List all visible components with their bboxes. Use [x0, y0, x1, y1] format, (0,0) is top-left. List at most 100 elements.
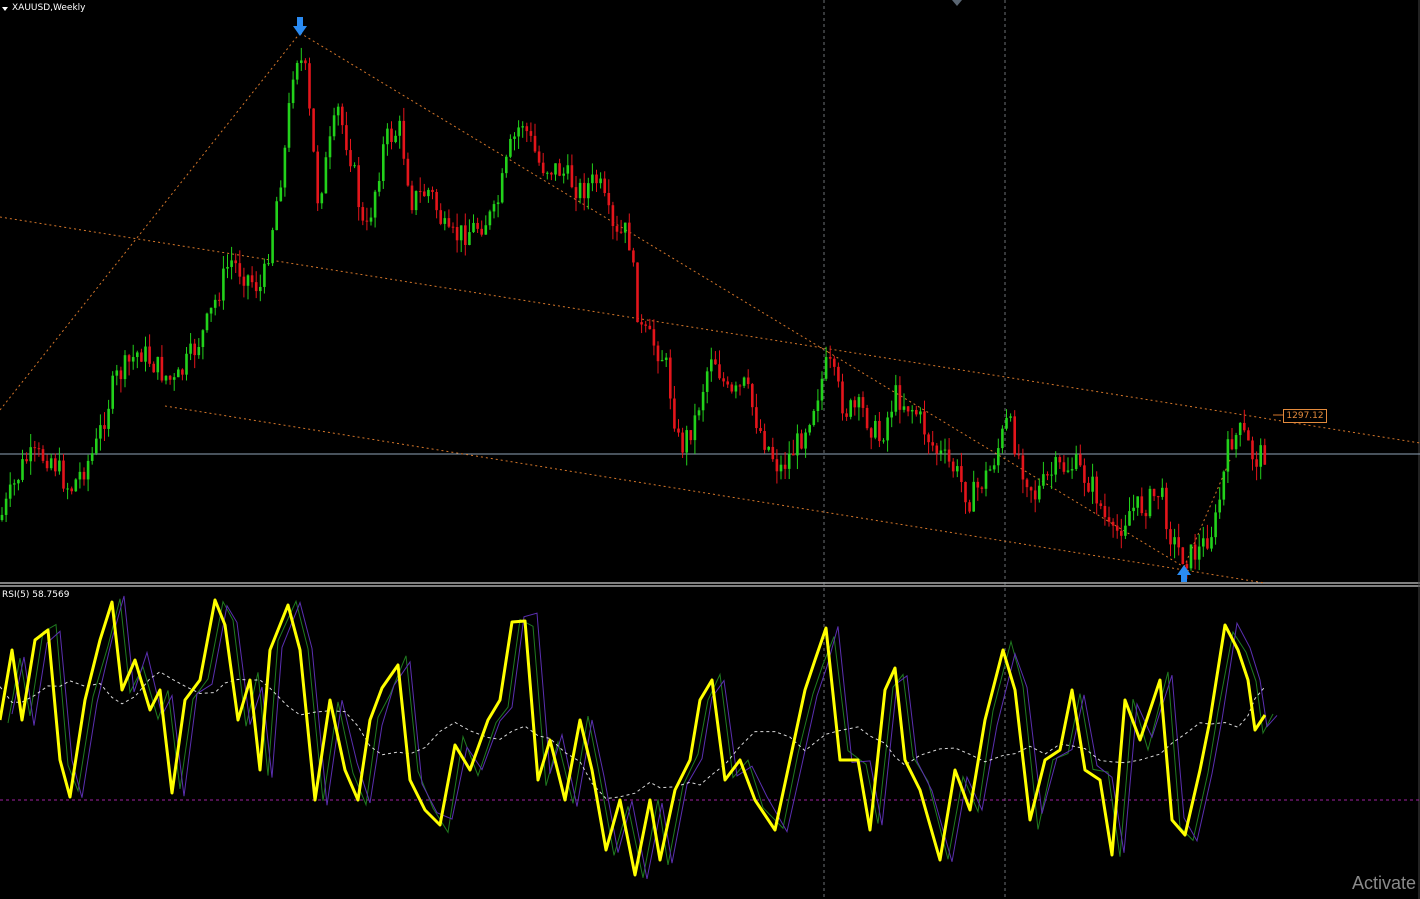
- bull-candle: [1001, 428, 1004, 449]
- bear-candle: [62, 460, 65, 489]
- bear-candle: [558, 163, 561, 176]
- bear-candle: [1193, 544, 1197, 560]
- bear-candle: [37, 448, 41, 450]
- bull-candle: [562, 173, 565, 176]
- bear-candle: [1058, 457, 1062, 463]
- trendline: [0, 216, 1420, 444]
- bear-candle: [1177, 537, 1180, 548]
- bull-candle: [886, 417, 889, 441]
- bull-candle: [902, 406, 906, 410]
- bull-candle: [472, 222, 475, 233]
- bear-candle: [1144, 513, 1148, 517]
- bear-candle: [1115, 525, 1119, 531]
- bear-candle: [525, 126, 529, 132]
- bear-candle: [603, 178, 606, 193]
- bull-candle: [468, 232, 471, 246]
- bear-candle: [771, 446, 775, 460]
- bull-candle: [213, 299, 217, 308]
- bull-candle: [86, 460, 90, 480]
- bull-candle: [1066, 470, 1070, 472]
- bear-candle: [853, 400, 857, 408]
- bear-candle: [931, 442, 934, 446]
- bear-candle: [1206, 538, 1209, 549]
- bear-candle: [451, 226, 455, 228]
- bear-candle: [103, 425, 106, 429]
- bear-candle: [738, 385, 742, 387]
- bear-candle: [960, 466, 963, 483]
- bull-candle: [164, 375, 168, 381]
- bull-candle: [1074, 454, 1078, 470]
- bull-candle: [156, 356, 160, 373]
- bull-candle: [95, 438, 98, 454]
- bull-candle: [1038, 485, 1041, 500]
- bull-candle: [521, 126, 524, 128]
- up-arrow-signal-icon: [1177, 565, 1191, 582]
- bull-candle: [271, 230, 274, 264]
- bear-candle: [898, 385, 902, 410]
- bull-candle: [13, 483, 16, 485]
- bull-candle: [279, 187, 283, 202]
- bull-candle: [377, 181, 381, 192]
- bear-candle: [865, 407, 869, 429]
- bull-candle: [566, 165, 570, 174]
- bull-candle: [427, 189, 430, 197]
- bull-candle: [1009, 416, 1012, 418]
- bull-candle: [295, 62, 299, 80]
- bear-candle: [1120, 530, 1123, 536]
- bull-candle: [1173, 537, 1176, 545]
- bull-candle: [29, 447, 32, 462]
- bull-candle: [115, 370, 119, 376]
- bull-candle: [263, 263, 266, 287]
- bear-candle: [480, 228, 483, 235]
- price-chart[interactable]: [0, 0, 1420, 899]
- bull-candle: [509, 138, 512, 157]
- bull-candle: [1128, 511, 1131, 526]
- bull-candle: [459, 225, 463, 241]
- price-level-tag[interactable]: 1297.12: [1283, 409, 1327, 423]
- bull-candle: [992, 465, 996, 470]
- bear-candle: [1095, 476, 1098, 504]
- bull-candle: [201, 330, 205, 348]
- dropdown-triangle-icon[interactable]: [2, 7, 8, 11]
- bull-candle: [779, 464, 783, 472]
- bull-candle: [246, 275, 250, 286]
- bull-candle: [136, 352, 139, 358]
- bear-candle: [746, 377, 750, 385]
- bear-candle: [250, 275, 254, 283]
- bull-candle: [275, 201, 278, 231]
- bear-candle: [1025, 479, 1029, 488]
- bull-candle: [1189, 544, 1193, 569]
- bull-candle: [882, 440, 885, 442]
- bear-candle: [140, 352, 143, 362]
- bear-candle: [455, 227, 459, 241]
- bull-candle: [591, 174, 594, 184]
- bear-candle: [1165, 487, 1168, 530]
- bull-candle: [267, 263, 270, 265]
- bear-candle: [652, 329, 656, 346]
- bear-candle: [615, 226, 619, 232]
- bear-candle: [254, 282, 258, 292]
- bull-candle: [787, 453, 791, 469]
- bear-candle: [25, 459, 28, 462]
- bear-candle: [1021, 455, 1025, 480]
- bear-candle: [619, 231, 623, 233]
- bear-candle: [927, 434, 930, 443]
- trendline: [827, 351, 1185, 568]
- bull-candle: [505, 156, 508, 174]
- bear-candle: [1169, 529, 1172, 545]
- bear-candle: [763, 431, 766, 450]
- bear-candle: [607, 192, 611, 206]
- bull-candle: [1214, 512, 1217, 538]
- bear-candle: [1099, 503, 1103, 506]
- bear-candle: [755, 407, 758, 429]
- bull-candle: [894, 385, 898, 412]
- bear-candle: [406, 158, 410, 186]
- bear-candle: [923, 411, 926, 435]
- bull-candle: [796, 433, 799, 456]
- bear-candle: [349, 150, 352, 167]
- bull-candle: [209, 307, 213, 314]
- bear-candle: [361, 207, 365, 221]
- bear-candle: [570, 165, 574, 188]
- bear-candle: [775, 459, 779, 472]
- bull-candle: [283, 147, 287, 188]
